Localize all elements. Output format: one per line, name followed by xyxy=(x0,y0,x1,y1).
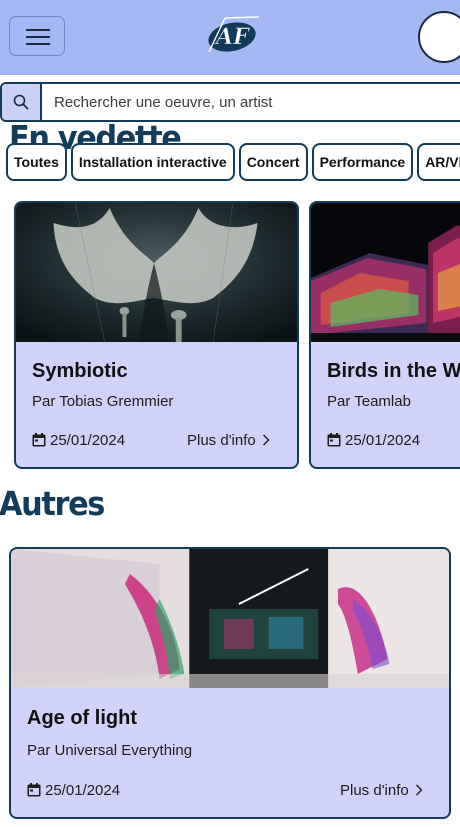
event-date-value: 25/01/2024 xyxy=(45,782,121,799)
section-title-others: Autres xyxy=(0,484,105,523)
calendar-icon xyxy=(27,783,41,797)
event-thumbnail xyxy=(11,549,449,688)
search-icon xyxy=(13,94,29,110)
profile-avatar[interactable] xyxy=(418,11,460,63)
more-info-label: Plus d'info xyxy=(187,432,256,449)
top-app-bar: AF xyxy=(0,0,460,75)
event-date-value: 25/01/2024 xyxy=(345,432,421,449)
logo-lettering: AF xyxy=(214,24,250,50)
calendar-icon xyxy=(32,433,46,447)
filter-chip-concert[interactable]: Concert xyxy=(238,143,308,181)
event-thumbnail xyxy=(16,203,297,342)
event-author: Par Teamlab xyxy=(327,393,411,410)
event-date: 25/01/2024 xyxy=(32,432,125,449)
chevron-right-icon xyxy=(415,784,423,796)
filter-chip-interactive-installation[interactable]: Installation interactive xyxy=(70,143,235,181)
event-card[interactable]: Symbiotic Par Tobias Gremmier 25/01/2024… xyxy=(14,201,299,469)
event-date-value: 25/01/2024 xyxy=(50,432,126,449)
event-title: Age of light xyxy=(27,707,137,729)
more-info-label: Plus d'info xyxy=(340,782,409,799)
event-date: 25/01/2024 xyxy=(327,432,420,449)
event-card[interactable]: Age of light Par Universal Everything 25… xyxy=(9,547,451,819)
filter-chip-performance[interactable]: Performance xyxy=(311,143,414,181)
search-input[interactable] xyxy=(54,90,454,114)
more-info-link[interactable]: Plus d'info xyxy=(340,782,423,799)
search-button[interactable] xyxy=(2,84,42,120)
event-title: Symbiotic xyxy=(32,360,128,382)
filter-chip-all[interactable]: Toutes xyxy=(6,143,67,181)
chevron-right-icon xyxy=(262,434,270,446)
event-card[interactable]: Birds in the Wi Par Teamlab 25/01/2024 xyxy=(309,201,460,469)
hamburger-menu-icon xyxy=(26,29,50,31)
event-author: Par Universal Everything xyxy=(27,742,193,759)
event-thumbnail xyxy=(311,203,460,342)
event-date: 25/01/2024 xyxy=(27,782,120,799)
calendar-icon xyxy=(327,433,341,447)
event-title: Birds in the Wi xyxy=(327,360,460,382)
category-filter-bar: Toutes Installation interactive Concert Per… xyxy=(6,143,460,181)
logo[interactable]: AF xyxy=(199,12,265,58)
event-author: Par Tobias Gremmier xyxy=(32,393,174,410)
menu-button[interactable] xyxy=(9,16,65,56)
search-bar xyxy=(0,82,460,122)
more-info-link[interactable]: Plus d'info xyxy=(187,432,270,449)
filter-chip-ar-vr[interactable]: AR/VR xyxy=(417,143,460,181)
